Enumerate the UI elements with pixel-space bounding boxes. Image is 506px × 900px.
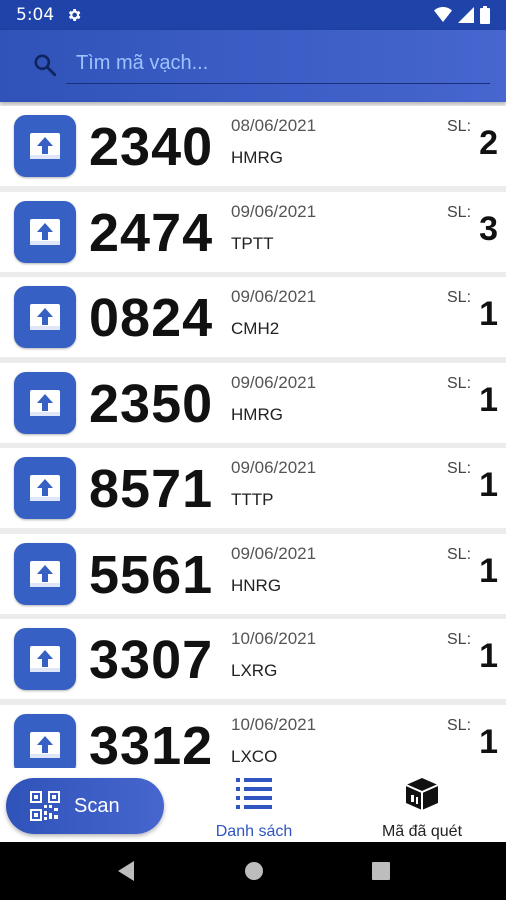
item-tag: TPTT xyxy=(231,233,274,253)
item-code: 5561 xyxy=(89,544,214,605)
status-time: 5:04 xyxy=(16,5,55,25)
recents-icon[interactable] xyxy=(372,862,390,880)
search-icon[interactable] xyxy=(32,52,58,78)
item-qty: 1 xyxy=(479,380,498,419)
upload-icon[interactable] xyxy=(14,713,76,768)
upload-icon[interactable] xyxy=(14,542,76,605)
nav-tab-scanned[interactable]: Mã đã quét xyxy=(362,776,482,841)
item-tag: CMH2 xyxy=(231,319,280,338)
item-qty: 1 xyxy=(479,466,498,504)
back-icon[interactable] xyxy=(116,860,136,882)
item-code: 2340 xyxy=(89,117,214,177)
item-date: 09/06/2021 xyxy=(231,543,317,563)
search-input[interactable] xyxy=(66,44,490,84)
item-date: 10/06/2021 xyxy=(231,714,317,734)
item-qty: 1 xyxy=(479,722,498,761)
signal-icon xyxy=(458,7,474,23)
item-code: 8571 xyxy=(89,459,214,519)
upload-icon[interactable] xyxy=(14,371,76,434)
box-icon xyxy=(405,778,439,810)
item-date: 09/06/2021 xyxy=(231,201,317,221)
upload-icon[interactable] xyxy=(14,628,76,690)
item-date: 09/06/2021 xyxy=(231,458,317,477)
item-date: 09/06/2021 xyxy=(231,287,317,306)
upload-icon[interactable] xyxy=(14,115,76,177)
item-tag: HMRG xyxy=(231,148,283,167)
home-icon[interactable] xyxy=(244,861,264,881)
nav-tab-scanned-label: Mã đã quét xyxy=(381,823,463,840)
wifi-icon xyxy=(434,7,452,22)
list-item[interactable]: 2474 09/06/2021 TPTT SL: 3 xyxy=(0,191,506,272)
qr-code-icon xyxy=(30,791,60,821)
item-qty-label: SL: xyxy=(447,289,472,306)
item-tag: HNRG xyxy=(231,575,282,595)
nav-tab-list[interactable]: Danh sách xyxy=(194,776,314,841)
item-qty-label: SL: xyxy=(447,118,472,135)
upload-icon[interactable] xyxy=(14,286,76,348)
list-item[interactable]: 3312 10/06/2021 LXCO SL: 1 xyxy=(0,704,506,769)
list-item[interactable]: 3307 10/06/2021 LXRG SL: 1 xyxy=(0,619,506,699)
nav-tab-list-label: Danh sách xyxy=(215,823,293,840)
barcode-list[interactable]: 2340 08/06/2021 HMRG SL: 2 2474 09/06/2021 TPTT… xyxy=(0,106,506,768)
item-qty: 1 xyxy=(479,637,498,675)
upload-icon[interactable] xyxy=(14,200,76,263)
status-bar: 5:04 xyxy=(0,0,506,30)
list-icon xyxy=(236,778,272,809)
item-date: 09/06/2021 xyxy=(231,372,317,392)
item-qty: 3 xyxy=(479,209,498,248)
item-qty: 1 xyxy=(479,295,498,333)
scan-button-label: Scan xyxy=(74,794,120,817)
status-icons xyxy=(434,6,490,24)
item-qty: 1 xyxy=(479,551,498,590)
item-qty-label: SL: xyxy=(447,716,472,734)
system-nav-bar xyxy=(0,842,506,900)
list-item[interactable]: 0824 09/06/2021 CMH2 SL: 1 xyxy=(0,277,506,357)
battery-icon xyxy=(480,6,490,24)
item-date: 08/06/2021 xyxy=(231,116,317,135)
item-qty-label: SL: xyxy=(447,460,472,477)
item-qty-label: SL: xyxy=(447,631,472,648)
item-qty-label: SL: xyxy=(447,545,472,563)
item-code: 2474 xyxy=(89,202,214,263)
item-date: 10/06/2021 xyxy=(231,629,317,648)
list-item[interactable]: 2340 08/06/2021 HMRG SL: 2 xyxy=(0,106,506,186)
item-code: 3312 xyxy=(89,715,214,769)
item-code: 0824 xyxy=(89,288,214,348)
item-tag: LXRG xyxy=(231,661,278,680)
item-qty: 2 xyxy=(479,124,498,162)
item-code: 3307 xyxy=(89,630,214,690)
list-item[interactable]: 2350 09/06/2021 HMRG SL: 1 xyxy=(0,362,506,443)
item-qty-label: SL: xyxy=(447,374,472,392)
upload-icon[interactable] xyxy=(14,457,76,519)
item-tag: LXCO xyxy=(231,746,278,766)
list-item[interactable]: 5561 09/06/2021 HNRG SL: 1 xyxy=(0,533,506,614)
item-tag: TTTP xyxy=(231,490,274,509)
app-header xyxy=(0,30,506,102)
item-tag: HMRG xyxy=(231,404,283,424)
item-qty-label: SL: xyxy=(447,203,472,221)
scan-button[interactable]: Scan xyxy=(6,778,164,834)
item-code: 2350 xyxy=(89,373,214,434)
gear-icon xyxy=(69,9,81,21)
list-item[interactable]: 8571 09/06/2021 TTTP SL: 1 xyxy=(0,448,506,528)
bottom-nav: Scan Danh sách Mã đã quét xyxy=(0,768,506,842)
